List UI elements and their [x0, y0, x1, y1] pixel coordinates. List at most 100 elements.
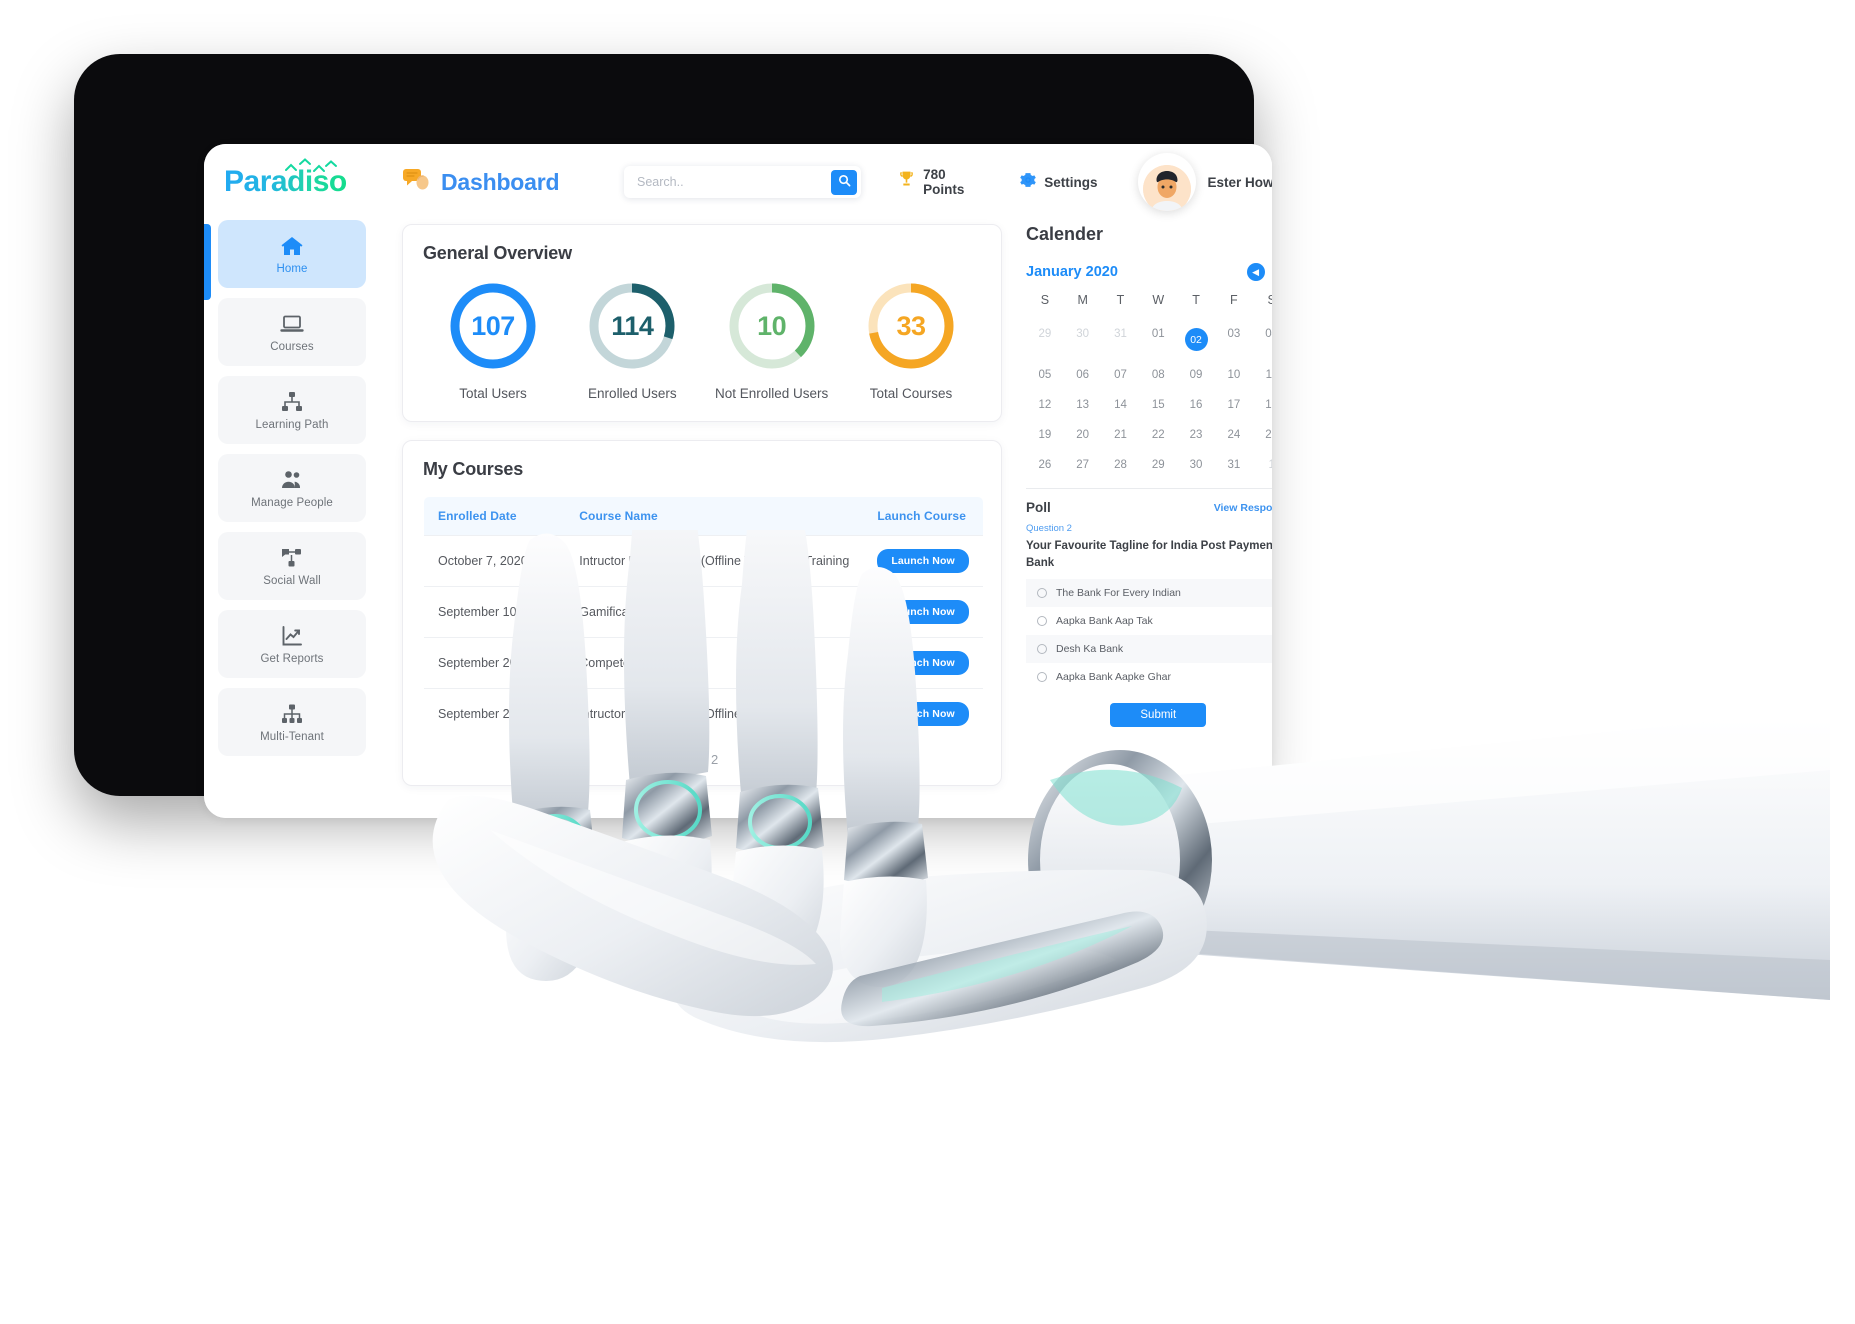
page-1-button[interactable]: 1 — [686, 752, 693, 767]
calendar-day[interactable]: 18 — [1253, 396, 1272, 414]
calendar-day[interactable]: 22 — [1139, 426, 1177, 444]
donut-value: 10 — [757, 310, 787, 341]
brand-logo: Paradiso — [218, 144, 366, 220]
poll-option[interactable]: Aapka Bank Aap Tak — [1026, 607, 1272, 635]
calendar-day[interactable]: 07 — [1102, 366, 1140, 384]
calendar-day[interactable]: 21 — [1102, 426, 1140, 444]
sidebar-item-label: Learning Path — [255, 418, 329, 431]
topbar: Dashboard Search.. 780 Points Settings E… — [380, 144, 1272, 220]
sidebar: Paradiso Home Courses Learning Path Mana… — [204, 144, 380, 818]
calendar-day[interactable]: 13 — [1064, 396, 1102, 414]
calendar-day[interactable]: 30 — [1177, 456, 1215, 474]
kpi-not-enrolled-users: 10 Not Enrolled Users — [706, 280, 838, 401]
calendar-day[interactable]: 19 — [1026, 426, 1064, 444]
poll-option[interactable]: Desh Ka Bank — [1026, 635, 1272, 664]
calendar-day[interactable]: 29 — [1026, 325, 1064, 354]
calendar-day[interactable]: 03 — [1215, 325, 1253, 354]
calendar-day[interactable]: 31 — [1102, 325, 1140, 354]
calendar-dow: F — [1230, 293, 1238, 307]
sidebar-item-social-wall[interactable]: Social Wall — [218, 532, 366, 600]
radio-icon[interactable] — [1037, 588, 1047, 599]
cell-course-name: Intructor Led Training (Offline Trainers… — [565, 688, 864, 739]
page-2-button[interactable]: 2 — [711, 752, 718, 767]
left-column: General Overview 107 Total Users 114 Enr… — [402, 224, 1002, 818]
calendar-day[interactable]: 20 — [1064, 426, 1102, 444]
avatar[interactable] — [1137, 153, 1196, 211]
cell-enrolled-date: September 29, 2020 — [423, 688, 566, 739]
calendar-day[interactable]: 24 — [1215, 426, 1253, 444]
column-header-enrolled-date: Enrolled Date — [423, 497, 566, 536]
calendar-day[interactable]: 01 — [1139, 325, 1177, 354]
calendar-day[interactable]: 26 — [1026, 456, 1064, 474]
calendar-day[interactable]: 28 — [1102, 456, 1140, 474]
screenshot-root: Paradiso Home Courses Learning Path Mana… — [0, 0, 1855, 1324]
calendar-dow: S — [1267, 293, 1272, 307]
search-button[interactable] — [831, 169, 858, 195]
poll-option[interactable]: Aapka Bank Aapke Ghar — [1026, 663, 1272, 691]
chart-line-icon — [279, 624, 305, 648]
launch-now-button[interactable]: Launch Now — [877, 549, 969, 573]
calendar-day[interactable]: 1 — [1253, 456, 1272, 474]
hierarchy-icon — [279, 702, 305, 726]
radio-icon[interactable] — [1037, 672, 1047, 683]
sidebar-item-multi-tenant[interactable]: Multi-Tenant — [218, 688, 366, 756]
calendar-day[interactable]: 14 — [1102, 396, 1140, 414]
calendar-day[interactable]: 30 — [1064, 325, 1102, 354]
donut-chart-total-users: 107 — [447, 280, 539, 372]
tablet-screen: Paradiso Home Courses Learning Path Mana… — [204, 144, 1272, 818]
calendar-day[interactable]: 12 — [1026, 396, 1064, 414]
radio-icon[interactable] — [1037, 644, 1047, 655]
poll-option[interactable]: The Bank For Every Indian — [1026, 579, 1272, 608]
calendar-day[interactable]: 11 — [1253, 366, 1272, 384]
cell-launch: Launch Now — [863, 637, 983, 689]
sidebar-item-learning-path[interactable]: Learning Path — [218, 376, 366, 444]
cell-enrolled-date: September 20, 2020 — [423, 637, 566, 689]
sidebar-item-home[interactable]: Home — [218, 220, 366, 288]
active-indicator-rail — [204, 224, 211, 300]
calendar-day[interactable]: 06 — [1064, 366, 1102, 384]
kpi-enrolled-users: 114 Enrolled Users — [566, 280, 698, 401]
calendar-dow: M — [1077, 293, 1088, 307]
column-header-course-name: Course Name — [565, 497, 864, 536]
launch-now-button[interactable]: Launch Now — [877, 651, 969, 675]
radio-icon[interactable] — [1037, 616, 1047, 627]
chevron-left-icon[interactable]: ◀ — [1246, 263, 1265, 281]
calendar-day[interactable]: 08 — [1139, 366, 1177, 384]
user-menu[interactable]: Ester Howard — [1137, 153, 1272, 211]
cell-launch: Launch Now — [863, 688, 983, 739]
calendar-day[interactable]: 09 — [1177, 366, 1215, 384]
table-row: September 10, 2020 Gamification Launch N… — [423, 586, 983, 638]
launch-now-button[interactable]: Launch Now — [877, 600, 969, 624]
search-input[interactable] — [637, 175, 832, 189]
poll-question-text: Your Favourite Tagline for India Post Pa… — [1026, 540, 1272, 569]
sidebar-item-courses[interactable]: Courses — [218, 298, 366, 366]
calendar-day[interactable]: 17 — [1215, 396, 1253, 414]
calendar-day[interactable]: 25 — [1253, 426, 1272, 444]
calendar-day[interactable]: 27 — [1064, 456, 1102, 474]
view-response-link[interactable]: View Response — [1214, 502, 1272, 514]
points-indicator[interactable]: 780 Points — [897, 167, 983, 197]
launch-now-button[interactable]: Launch Now — [877, 702, 969, 726]
search-box[interactable] — [624, 166, 862, 198]
calendar-day[interactable]: 15 — [1139, 396, 1177, 414]
sidebar-item-manage-people[interactable]: Manage People — [218, 454, 366, 522]
calendar-day[interactable]: 10 — [1215, 366, 1253, 384]
people-icon — [279, 468, 305, 492]
donut-value: 33 — [896, 310, 926, 341]
poll-title: Poll — [1026, 500, 1051, 515]
pagination: 1 2 — [423, 740, 981, 771]
submit-button[interactable]: Submit — [1110, 703, 1207, 728]
calendar-day[interactable]: 16 — [1177, 396, 1215, 414]
calendar-day-selected[interactable]: 02 — [1177, 325, 1215, 354]
calendar-day[interactable]: 23 — [1177, 426, 1215, 444]
sidebar-item-get-reports[interactable]: Get Reports — [218, 610, 366, 678]
chat-hand-icon — [402, 167, 432, 198]
calendar-day[interactable]: 31 — [1215, 456, 1253, 474]
calendar-day[interactable]: 05 — [1026, 366, 1064, 384]
calendar-day[interactable]: 29 — [1139, 456, 1177, 474]
calendar-day[interactable]: 04 — [1253, 325, 1272, 354]
kpi-total-users: 107 Total Users — [427, 280, 559, 401]
gear-icon — [1019, 171, 1037, 194]
settings-button[interactable]: Settings — [1019, 171, 1098, 194]
poll-submit-area: Submit — [1026, 691, 1272, 731]
